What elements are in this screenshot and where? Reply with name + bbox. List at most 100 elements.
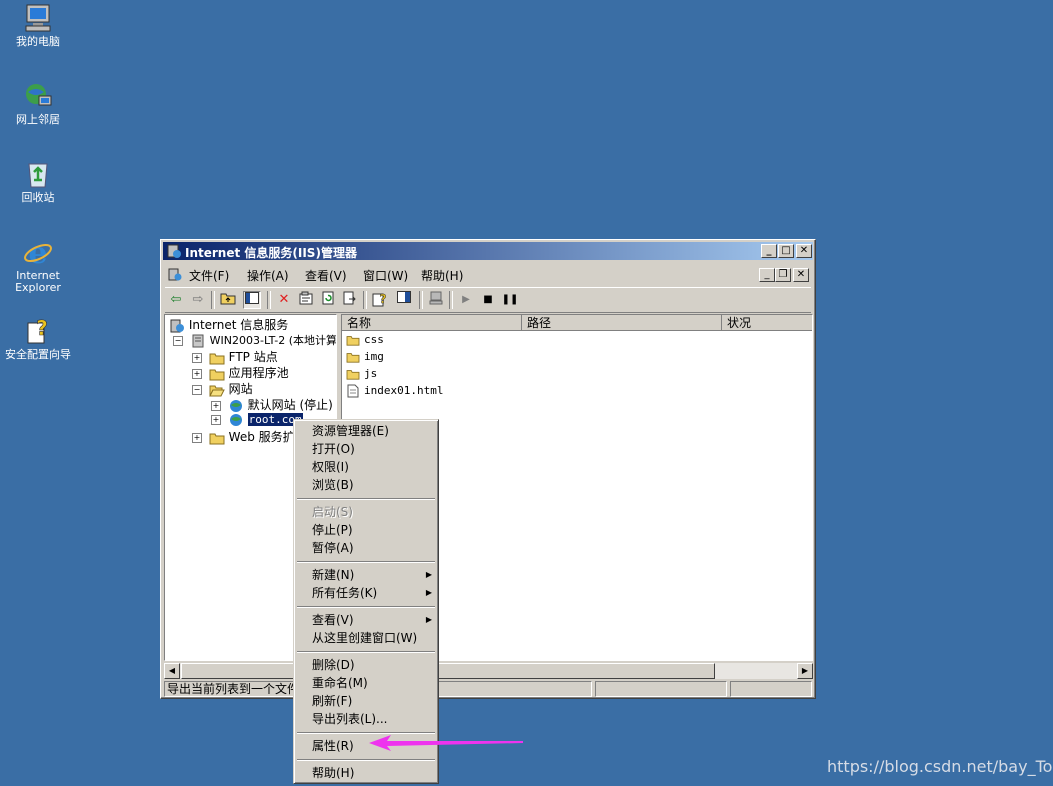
tree-expander[interactable]: +: [192, 432, 202, 443]
submenu-arrow-icon: ▶: [425, 570, 432, 579]
stop-icon[interactable]: ■: [479, 291, 497, 309]
submenu-arrow-icon: ▶: [425, 615, 432, 624]
menu-item-pause[interactable]: 暂停(A): [312, 539, 354, 557]
menu-item-permissions[interactable]: 权限(I): [312, 458, 349, 476]
menu-item-rename[interactable]: 重命名(M): [312, 674, 368, 692]
menu-separator: [297, 606, 435, 608]
menu-item-all-tasks[interactable]: 所有任务(K): [312, 584, 377, 602]
scroll-right-button[interactable]: ▶: [797, 663, 813, 679]
menu-item-stop[interactable]: 停止(P): [312, 521, 353, 539]
show-hide-action-pane-icon[interactable]: [395, 291, 413, 309]
status-cell-3: [730, 681, 812, 697]
delete-icon[interactable]: ✕: [275, 291, 293, 309]
horizontal-scrollbar[interactable]: ◀ ▶: [164, 662, 813, 679]
menu-item-open[interactable]: 打开(O): [312, 440, 355, 458]
menu-help[interactable]: 帮助(H): [421, 267, 463, 284]
help-icon[interactable]: ?: [371, 291, 389, 309]
back-icon[interactable]: ⇦: [167, 291, 185, 309]
mdi-close-button[interactable]: ✕: [793, 268, 809, 282]
column-header-path[interactable]: 路径: [522, 315, 722, 331]
tree-item-iis-root[interactable]: Internet 信息服务: [169, 316, 288, 332]
menu-item-explorer[interactable]: 资源管理器(E): [312, 422, 389, 440]
title-bar[interactable]: Internet 信息服务(IIS)管理器 _ □ ✕: [163, 242, 813, 260]
tree-expander[interactable]: −: [173, 335, 183, 346]
menu-item-new[interactable]: 新建(N): [312, 566, 354, 584]
menu-file[interactable]: 文件(F): [189, 267, 229, 284]
show-hide-tree-icon[interactable]: [243, 291, 261, 309]
export-list-icon[interactable]: [341, 291, 359, 309]
tree-item-server[interactable]: − WIN2003-LT-2 (本地计算机): [173, 332, 336, 348]
menu-window[interactable]: 窗口(W): [363, 267, 408, 284]
column-header-status[interactable]: 状况: [722, 315, 812, 331]
column-header-name[interactable]: 名称: [342, 315, 522, 331]
mmc-doc-icon[interactable]: [167, 266, 183, 285]
desktop-icon-label: 安全配置向导: [5, 348, 71, 361]
iis-manager-window: Internet 信息服务(IIS)管理器 _ □ ✕ 文件(F) 操作(A) …: [160, 239, 816, 699]
up-folder-icon[interactable]: [219, 291, 237, 309]
watermark: https://blog.csdn.net/bay_Tong: [827, 757, 1053, 776]
svg-text:?: ?: [36, 316, 48, 340]
connect-computer-icon[interactable]: [427, 291, 445, 309]
tree-item-root-com[interactable]: + root.com: [211, 412, 304, 428]
iis-app-icon: [166, 243, 182, 262]
website-globe-icon: [229, 399, 242, 412]
desktop-icon-network[interactable]: 网上邻居: [0, 80, 76, 126]
menu-item-view[interactable]: 查看(V): [312, 611, 354, 629]
tree-expander[interactable]: −: [192, 384, 202, 395]
start-icon[interactable]: ▶: [457, 291, 475, 309]
folder-open-icon: [209, 385, 225, 396]
menu-item-export-list[interactable]: 导出列表(L)...: [312, 710, 388, 728]
mdi-restore-button[interactable]: ❐: [775, 268, 791, 282]
svg-text:?: ?: [380, 292, 387, 306]
desktop-icon-label-line2: Explorer: [15, 281, 61, 294]
tree-item-default-site[interactable]: + 默认网站 (停止): [211, 396, 333, 412]
menu-action[interactable]: 操作(A): [247, 267, 289, 284]
tree-expander[interactable]: +: [211, 414, 221, 425]
tree-item-app-pools[interactable]: + 应用程序池: [192, 364, 289, 380]
list-item[interactable]: index01.html: [346, 384, 443, 400]
properties-icon[interactable]: [297, 291, 315, 309]
desktop-icon-recycle-bin[interactable]: 回收站: [0, 158, 76, 204]
forward-icon[interactable]: ⇨: [189, 291, 207, 309]
menu-item-properties[interactable]: 属性(R): [312, 737, 354, 755]
refresh-icon[interactable]: [319, 291, 337, 309]
desktop-icon-security-wizard[interactable]: ? 安全配置向导: [0, 315, 76, 361]
maximize-button[interactable]: □: [778, 244, 794, 258]
close-button[interactable]: ✕: [796, 244, 812, 258]
list-item[interactable]: img: [346, 350, 384, 366]
scroll-left-button[interactable]: ◀: [164, 663, 180, 679]
tree-expander[interactable]: +: [211, 400, 221, 411]
scroll-thumb[interactable]: [181, 663, 715, 679]
desktop-icon-label: 网上邻居: [16, 113, 60, 126]
tree-expander[interactable]: +: [192, 352, 202, 363]
tree-item-ftp-sites[interactable]: + FTP 站点: [192, 348, 278, 364]
list-item-name: js: [364, 367, 378, 380]
minimize-button[interactable]: _: [761, 244, 777, 258]
list-item-name: css: [364, 333, 384, 346]
folder-icon: [346, 353, 360, 363]
svg-text:e: e: [28, 236, 47, 268]
tree-item-label: 网站: [228, 382, 253, 396]
menu-item-new-window[interactable]: 从这里创建窗口(W): [312, 629, 417, 647]
tree-expander[interactable]: +: [192, 368, 202, 379]
list-item[interactable]: js: [346, 367, 377, 383]
desktop-icon-my-computer[interactable]: 我的电脑: [0, 2, 76, 48]
desktop-icon-internet-explorer[interactable]: e Internet Explorer: [0, 236, 76, 294]
website-globe-icon: [229, 413, 242, 426]
menu-view[interactable]: 查看(V): [305, 267, 347, 284]
tree-item-web-extensions[interactable]: + Web 服务扩展: [192, 428, 307, 444]
tree-item-label: 默认网站 (停止): [247, 398, 333, 412]
context-menu: 资源管理器(E) 打开(O) 权限(I) 浏览(B) 启动(S) 停止(P) 暂…: [293, 419, 439, 784]
tree-item-label: 应用程序池: [228, 366, 289, 380]
toolbar-separator: [419, 291, 423, 309]
toolbar-separator: [267, 291, 271, 309]
list-item[interactable]: css: [346, 333, 384, 349]
mdi-minimize-button[interactable]: _: [759, 268, 775, 282]
tree-item-websites[interactable]: − 网站: [192, 380, 253, 396]
menu-item-refresh[interactable]: 刷新(F): [312, 692, 352, 710]
menu-item-delete[interactable]: 删除(D): [312, 656, 355, 674]
menu-item-browse[interactable]: 浏览(B): [312, 476, 354, 494]
menu-item-help[interactable]: 帮助(H): [312, 764, 354, 782]
pause-icon[interactable]: ❚❚: [501, 291, 519, 309]
list-item-name: index01.html: [364, 384, 444, 397]
